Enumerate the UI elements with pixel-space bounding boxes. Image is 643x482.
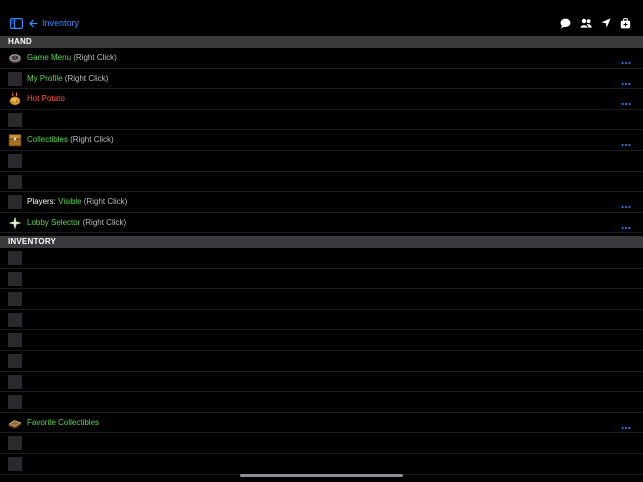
- item-label: Hot Potato: [27, 89, 65, 109]
- item-label-part: Favorite Collectibles: [27, 417, 100, 427]
- more-options-icon[interactable]: [621, 219, 631, 229]
- hand-row: [0, 172, 643, 193]
- empty-slot: [8, 112, 22, 127]
- inventory-row: [0, 372, 643, 393]
- more-options-icon[interactable]: [621, 198, 631, 209]
- nav-left: Inventory: [10, 15, 79, 31]
- empty-slot: [8, 292, 22, 307]
- location-arrow-icon[interactable]: [601, 18, 611, 28]
- item-label-part: Collectibles: [27, 135, 68, 145]
- inventory-row[interactable]: Favorite Collectibles: [0, 413, 643, 434]
- inventory-list: Favorite Collectibles: [0, 248, 643, 475]
- potato-icon: [8, 92, 22, 106]
- item-label-part: (Right Click): [80, 217, 127, 227]
- hand-row[interactable]: Collectibles (Right Click): [0, 130, 643, 151]
- page-title: Inventory: [42, 18, 80, 28]
- empty-slot: [8, 353, 22, 368]
- hand-row[interactable]: Game Menu (Right Click): [0, 48, 643, 69]
- inventory-row: [0, 310, 643, 331]
- hand-row[interactable]: My Profile (Right Click): [0, 69, 643, 90]
- top-bar: Inventory: [0, 0, 643, 36]
- empty-slot: [8, 333, 22, 348]
- item-label-part: Players:: [27, 197, 59, 207]
- empty-slot: [8, 174, 22, 189]
- inventory-row: [0, 248, 643, 269]
- hand-section-header: HAND: [0, 36, 643, 48]
- hand-row: [0, 151, 643, 172]
- hand-row: [0, 110, 643, 131]
- inventory-section-header: INVENTORY: [0, 236, 643, 248]
- empty-slot: [8, 71, 22, 86]
- compass-icon: [8, 51, 22, 65]
- item-label: My Profile (Right Click): [27, 69, 108, 89]
- item-label-part: Hot Potato: [27, 94, 65, 104]
- empty-slot: [8, 436, 22, 451]
- item-label-part: My Profile: [27, 73, 63, 83]
- item-label: Collectibles (Right Click): [27, 130, 114, 150]
- empty-slot: [8, 456, 22, 471]
- more-options-icon[interactable]: [621, 136, 631, 147]
- sidebar-toggle-icon[interactable]: [10, 17, 23, 29]
- hand-list: Game Menu (Right Click) My Profile (Right…: [0, 48, 643, 234]
- empty-slot: [8, 195, 22, 210]
- empty-slot: [8, 271, 22, 286]
- empty-slot: [8, 153, 22, 168]
- empty-slot: [8, 251, 22, 265]
- inventory-row: [0, 289, 643, 310]
- inventory-row: [0, 392, 643, 413]
- item-label: Lobby Selector (Right Click): [27, 213, 126, 233]
- empty-slot: [8, 374, 22, 389]
- inventory-row: [0, 433, 643, 454]
- item-label-part: (Right Click): [81, 197, 128, 207]
- players-icon[interactable]: [580, 18, 592, 28]
- hand-row[interactable]: Players: Visible (Right Click): [0, 192, 643, 213]
- nether-star-icon: [8, 216, 22, 230]
- item-label-part: (Right Click): [67, 135, 114, 145]
- back-arrow-icon: [29, 19, 38, 28]
- hand-row[interactable]: Lobby Selector (Right Click): [0, 213, 643, 234]
- hand-row[interactable]: Hot Potato: [0, 89, 643, 110]
- more-options-icon[interactable]: [621, 75, 631, 85]
- backpack-icon[interactable]: [620, 17, 631, 29]
- toolbar-right: [560, 15, 631, 31]
- more-options-icon[interactable]: [621, 419, 631, 429]
- item-label: Favorite Collectibles: [27, 413, 99, 433]
- chat-icon[interactable]: [560, 18, 571, 29]
- home-indicator[interactable]: [240, 474, 403, 477]
- item-label-part: Visible: [58, 197, 82, 207]
- more-options-icon[interactable]: [621, 54, 631, 64]
- chest-icon: [8, 133, 22, 147]
- item-label-part: Game Menu: [27, 53, 72, 62]
- back-button[interactable]: Inventory: [29, 18, 79, 28]
- more-options-icon[interactable]: [621, 95, 631, 106]
- item-label: Game Menu (Right Click): [27, 48, 117, 68]
- inventory-row: [0, 454, 643, 475]
- item-label-part: (Right Click): [71, 53, 117, 62]
- item-label: Players: Visible (Right Click): [27, 192, 127, 212]
- book-icon: [8, 416, 22, 430]
- inventory-row: [0, 330, 643, 351]
- inventory-row: [0, 351, 643, 372]
- inventory-row: [0, 269, 643, 290]
- empty-slot: [8, 395, 22, 410]
- item-label-part: (Right Click): [62, 73, 109, 83]
- item-label-part: Lobby Selector: [27, 217, 81, 227]
- empty-slot: [8, 312, 22, 327]
